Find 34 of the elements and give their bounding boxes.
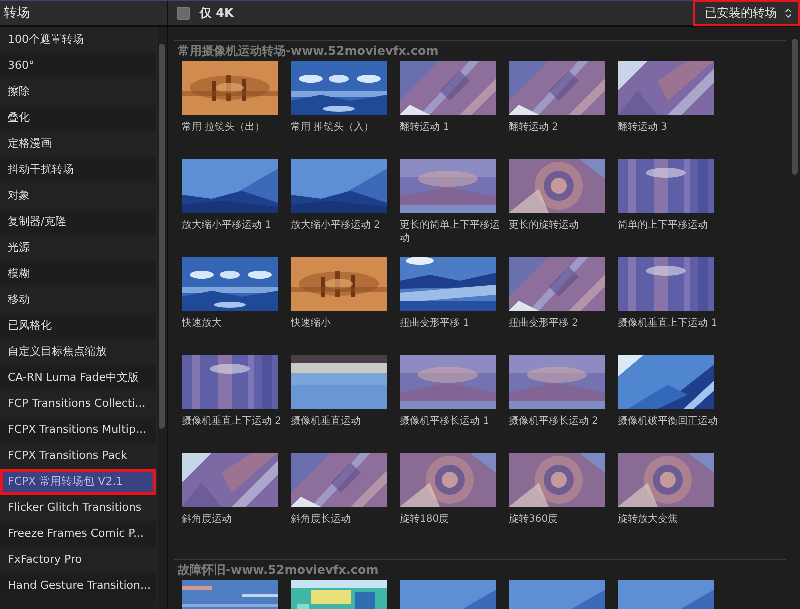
chevron-updown-icon [785,8,792,18]
sidebar-item[interactable]: FCPX 常用转场包 V2.1 [0,469,156,495]
scrollbar-thumb[interactable] [159,44,165,429]
transition-label: 更长的简单上下平移运动 [400,218,501,245]
transition-label: 放大缩小平移运动 1 [182,218,273,232]
transition-label: 翻转运动 2 [509,120,560,134]
transition-label: 摄像机平移长运动 2 [509,414,600,428]
transition-label: 翻转运动 1 [400,120,451,134]
transition-label: 更长的旋转运动 [509,218,580,232]
transition-label: 摄像机破平衡回正运动 [618,414,719,428]
transition-label: 摄像机垂直上下运动 1 [618,316,719,330]
transition-label: 扭曲变形平移 2 [509,316,580,330]
transition-label: 旋转放大变焦 [618,512,679,526]
transition-label: 斜角度运动 [182,512,233,526]
transition-label: 摄像机垂直上下运动 2 [182,414,283,428]
checkbox[interactable] [177,6,190,20]
transition-label: 扭曲变形平移 1 [400,316,471,330]
transition-label: 摄像机垂直运动 [291,414,362,428]
checkbox-label[interactable]: 仅 4K [200,4,234,22]
transition-label: 放大缩小平移运动 2 [291,218,382,232]
transition-label: 快速缩小 [291,316,332,330]
transition-label: 摄像机平移长运动 1 [400,414,491,428]
transition-label: 旋转180度 [400,512,450,526]
transition-label: 简单的上下平移运动 [618,218,709,232]
transition-label: 翻转运动 3 [618,120,669,134]
sidebar-title: 转场 [4,5,30,22]
transition-label: 常用 拉镜头（出） [182,120,266,134]
transition-label: 旋转360度 [509,512,560,526]
transition-label: 快速放大 [182,316,223,330]
scrollbar-thumb[interactable] [792,39,798,175]
filter-dropdown[interactable]: 已安装的转场 [693,0,800,26]
transition-label: 常用 推镜头（入） [291,120,376,134]
scrollbar[interactable] [156,27,167,609]
transition-label: 斜角度长运动 [291,512,352,526]
